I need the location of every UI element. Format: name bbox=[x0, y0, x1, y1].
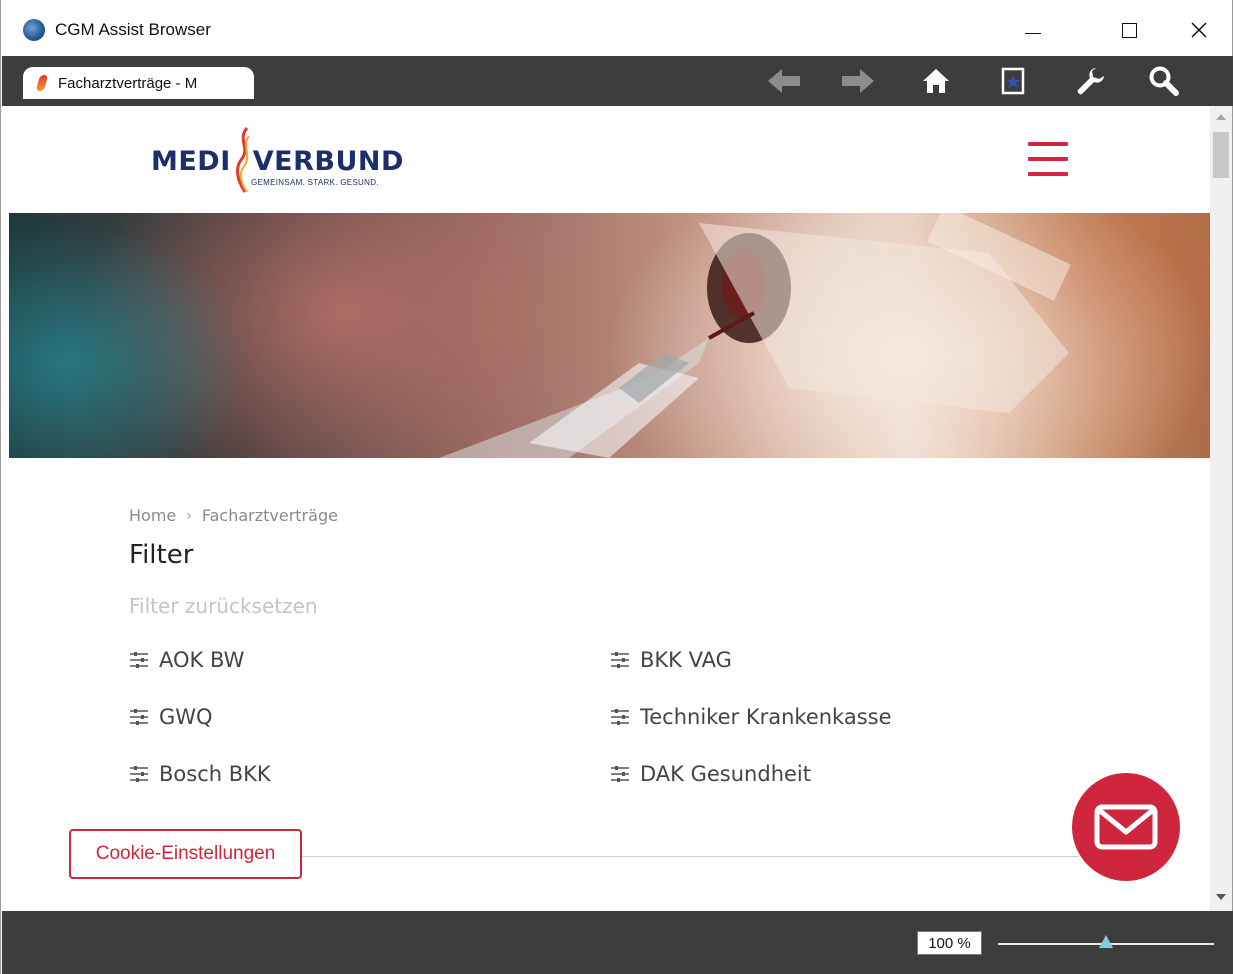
filter-item-label: BKK VAG bbox=[640, 648, 732, 672]
sliders-icon bbox=[611, 766, 629, 782]
site-favicon-icon bbox=[35, 75, 49, 91]
window-title: CGM Assist Browser bbox=[55, 20, 211, 39]
close-icon bbox=[1191, 22, 1207, 38]
filter-item-bosch-bkk[interactable]: Bosch BKK bbox=[129, 762, 271, 786]
logo-text: MEDI VERBUND bbox=[151, 146, 404, 177]
filter-item-gwq[interactable]: GWQ bbox=[129, 705, 213, 729]
back-arrow-icon bbox=[768, 69, 800, 93]
filter-item-aok-bw[interactable]: AOK BW bbox=[129, 648, 244, 672]
zoom-slider-thumb[interactable] bbox=[1099, 935, 1113, 948]
mail-icon bbox=[1094, 804, 1158, 850]
cookie-settings-button[interactable]: Cookie-Einstellungen bbox=[69, 829, 302, 879]
sliders-icon bbox=[611, 709, 629, 725]
breadcrumb-current[interactable]: Facharztverträge bbox=[202, 506, 338, 525]
sliders-icon bbox=[130, 709, 148, 725]
hero-image bbox=[9, 213, 1210, 458]
scroll-up-arrow-icon[interactable] bbox=[1216, 114, 1226, 120]
minimize-icon bbox=[1025, 32, 1041, 34]
medi-verbund-logo[interactable]: MEDI VERBUND GEMEINSAM. STARK. GESUND. bbox=[151, 126, 411, 196]
filter-item-label: DAK Gesundheit bbox=[640, 762, 811, 786]
menu-bar bbox=[1028, 157, 1068, 161]
page-viewport: MEDI VERBUND GEMEINSAM. STARK. GESUND. H… bbox=[9, 106, 1210, 911]
menu-bar bbox=[1028, 142, 1068, 146]
maximize-icon bbox=[1121, 22, 1137, 38]
filter-item-label: AOK BW bbox=[159, 648, 245, 672]
tools-button[interactable] bbox=[1068, 62, 1112, 100]
cgm-globe-icon bbox=[23, 19, 45, 41]
scroll-down-arrow-icon[interactable] bbox=[1216, 894, 1226, 900]
breadcrumb-separator: › bbox=[186, 507, 192, 524]
hamburger-menu-button[interactable] bbox=[1028, 140, 1068, 178]
contact-button[interactable] bbox=[1072, 773, 1180, 881]
menu-bar bbox=[1028, 172, 1068, 176]
sliders-icon bbox=[611, 652, 629, 668]
filter-item-label: Bosch BKK bbox=[159, 762, 271, 786]
logo-text-right: VERBUND bbox=[252, 146, 404, 177]
filter-reset-link[interactable]: Filter zurücksetzen bbox=[129, 594, 318, 618]
filter-item-techniker-krankenkasse[interactable]: Techniker Krankenkasse bbox=[610, 705, 892, 729]
zoom-level-display: 100 % bbox=[917, 931, 982, 955]
search-button[interactable] bbox=[1142, 62, 1186, 100]
vertical-scrollbar[interactable] bbox=[1210, 106, 1232, 911]
wrench-icon bbox=[1077, 68, 1104, 95]
syringe-illustration bbox=[439, 213, 1071, 458]
tab-label: Facharztverträge - M bbox=[58, 74, 198, 92]
forward-arrow-icon bbox=[842, 69, 874, 93]
status-bar: 100 % bbox=[2, 911, 1233, 974]
title-bar: CGM Assist Browser bbox=[1, 0, 1232, 56]
breadcrumb: Home › Facharztverträge bbox=[129, 506, 338, 525]
home-icon bbox=[923, 69, 949, 93]
browser-window: CGM Assist Browser Facharztverträge - M bbox=[0, 0, 1233, 974]
browser-toolbar: Facharztverträge - M bbox=[2, 56, 1233, 106]
scrollbar-thumb[interactable] bbox=[1213, 132, 1229, 178]
page-title: Filter bbox=[129, 540, 194, 570]
bookmark-button[interactable] bbox=[991, 62, 1035, 100]
close-button[interactable] bbox=[1179, 12, 1219, 48]
filter-item-dak-gesundheit[interactable]: DAK Gesundheit bbox=[610, 762, 811, 786]
back-button[interactable] bbox=[762, 62, 806, 100]
filter-item-label: GWQ bbox=[159, 705, 213, 729]
filter-item-label: Techniker Krankenkasse bbox=[640, 705, 892, 729]
home-button[interactable] bbox=[914, 62, 958, 100]
maximize-button[interactable] bbox=[1109, 12, 1149, 48]
main-content: Home › Facharztverträge Filter Filter zu… bbox=[9, 458, 1210, 911]
site-header: MEDI VERBUND GEMEINSAM. STARK. GESUND. bbox=[9, 106, 1210, 213]
search-icon bbox=[1149, 66, 1179, 96]
browser-tab[interactable]: Facharztverträge - M bbox=[23, 67, 254, 99]
logo-text-left: MEDI bbox=[151, 146, 231, 177]
sliders-icon bbox=[130, 766, 148, 782]
filter-item-bkk-vag[interactable]: BKK VAG bbox=[610, 648, 732, 672]
sliders-icon bbox=[130, 652, 148, 668]
logo-tagline: GEMEINSAM. STARK. GESUND. bbox=[251, 178, 379, 187]
minimize-button[interactable] bbox=[1013, 12, 1053, 48]
breadcrumb-home[interactable]: Home bbox=[129, 506, 176, 525]
forward-button[interactable] bbox=[836, 62, 880, 100]
bookmark-icon bbox=[1001, 67, 1025, 95]
